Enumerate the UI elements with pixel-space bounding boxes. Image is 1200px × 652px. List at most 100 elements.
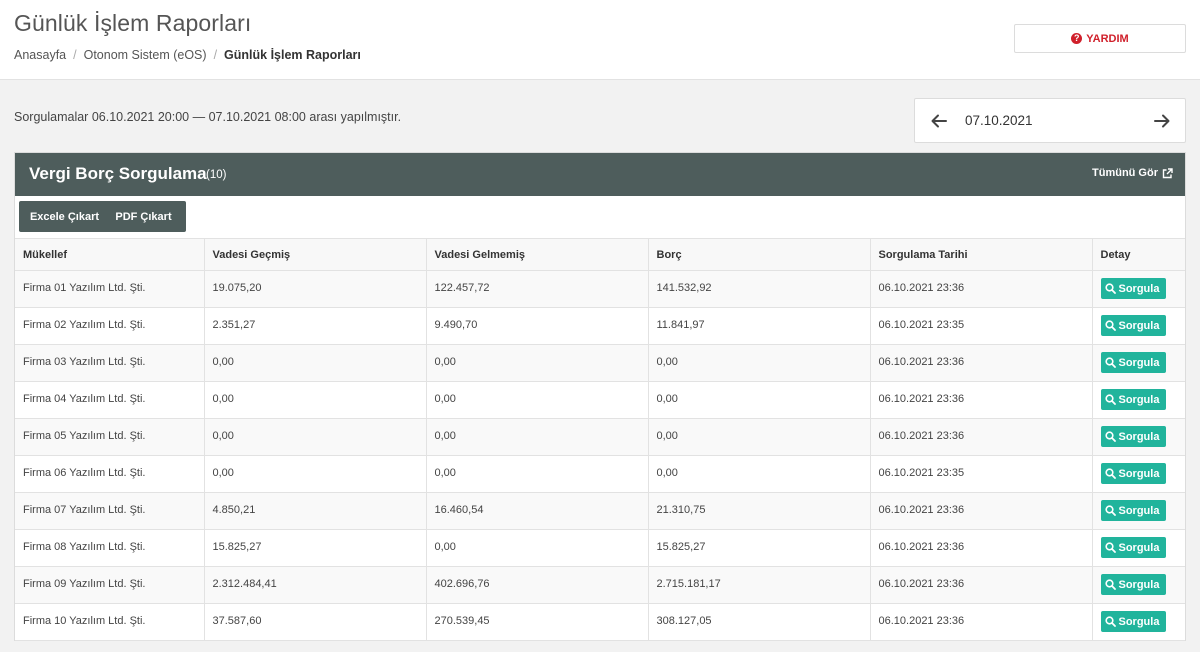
help-button-label: YARDIM <box>1086 32 1129 45</box>
table-row: Firma 02 Yazılım Ltd. Şti. 2.351,27 9.490,… <box>15 307 1185 345</box>
search-icon <box>1104 468 1116 479</box>
query-button-label: Sorgula <box>1118 615 1160 628</box>
cell-detail: Sorgula <box>1091 529 1185 567</box>
previous-date-arrow-icon[interactable] <box>928 110 950 132</box>
selected-date: 07.10.2021 <box>965 113 1033 128</box>
export-button-group: Excele Çıkart PDF Çıkart <box>19 201 186 232</box>
panel-title: Vergi Borç Sorgulama <box>29 164 207 183</box>
cell-debt: 0,00 <box>647 381 871 419</box>
cell-debt: 11.841,97 <box>647 307 871 345</box>
cell-overdue: 0,00 <box>203 344 427 382</box>
cell-debt: 141.532,92 <box>647 270 871 308</box>
cell-debt: 15.825,27 <box>647 529 871 567</box>
cell-taxpayer: Firma 05 Yazılım Ltd. Şti. <box>15 418 205 456</box>
column-header-debt[interactable]: Borç <box>647 238 871 271</box>
cell-query-date: 06.10.2021 23:36 <box>869 270 1093 308</box>
cell-debt: 0,00 <box>647 418 871 456</box>
search-icon <box>1104 283 1116 294</box>
query-button[interactable]: Sorgula <box>1100 278 1166 299</box>
table-row: Firma 07 Yazılım Ltd. Şti. 4.850,21 16.460… <box>15 492 1185 530</box>
cell-taxpayer: Firma 08 Yazılım Ltd. Şti. <box>15 529 205 567</box>
tax-debt-query-panel: Vergi Borç Sorgulama (10) Tümünü Gör Exc… <box>14 152 1186 641</box>
cell-taxpayer: Firma 01 Yazılım Ltd. Şti. <box>15 270 205 308</box>
query-button-label: Sorgula <box>1118 578 1160 591</box>
table-row: Firma 06 Yazılım Ltd. Şti. 0,00 0,00 0,00 06… <box>15 455 1185 493</box>
cell-overdue: 0,00 <box>203 455 427 493</box>
column-header-overdue[interactable]: Vadesi Geçmiş <box>203 238 427 271</box>
column-header-query-date[interactable]: Sorgulama Tarihi <box>869 238 1093 271</box>
search-icon <box>1104 542 1116 553</box>
breadcrumb: Anasayfa / Otonom Sistem (eOS) / Günlük … <box>14 48 361 62</box>
panel-header: Vergi Borç Sorgulama (10) Tümünü Gör <box>15 153 1185 196</box>
query-button[interactable]: Sorgula <box>1100 537 1166 558</box>
cell-detail: Sorgula <box>1091 566 1185 604</box>
cell-detail: Sorgula <box>1091 603 1185 641</box>
breadcrumb-separator: / <box>213 48 218 62</box>
search-icon <box>1104 505 1116 516</box>
search-icon <box>1104 616 1116 627</box>
query-button-label: Sorgula <box>1118 356 1160 369</box>
cell-overdue: 15.825,27 <box>203 529 427 567</box>
cell-not-due: 402.696,76 <box>425 566 649 604</box>
help-button[interactable]: ? YARDIM <box>1014 24 1186 53</box>
query-button-label: Sorgula <box>1118 504 1160 517</box>
export-pdf-button[interactable]: PDF Çıkart <box>107 201 186 232</box>
cell-detail: Sorgula <box>1091 307 1185 345</box>
cell-query-date: 06.10.2021 23:35 <box>869 455 1093 493</box>
table-row: Firma 01 Yazılım Ltd. Şti. 19.075,20 122.4… <box>15 270 1185 308</box>
query-button[interactable]: Sorgula <box>1100 352 1166 373</box>
cell-query-date: 06.10.2021 23:36 <box>869 381 1093 419</box>
date-navigator: 07.10.2021 <box>914 98 1186 143</box>
table-header-row: Mükellef Vadesi Geçmiş Vadesi Gelmemiş B… <box>15 238 1185 271</box>
query-button[interactable]: Sorgula <box>1100 611 1166 632</box>
cell-query-date: 06.10.2021 23:36 <box>869 529 1093 567</box>
cell-query-date: 06.10.2021 23:36 <box>869 492 1093 530</box>
cell-debt: 21.310,75 <box>647 492 871 530</box>
cell-detail: Sorgula <box>1091 418 1185 456</box>
breadcrumb-home-link[interactable]: Anasayfa <box>14 48 66 62</box>
query-period-info: Sorgulamalar 06.10.2021 20:00 — 07.10.20… <box>14 110 402 124</box>
cell-query-date: 06.10.2021 23:36 <box>869 566 1093 604</box>
cell-debt: 308.127,05 <box>647 603 871 641</box>
search-icon <box>1104 431 1116 442</box>
table-row: Firma 10 Yazılım Ltd. Şti. 37.587,60 270.5… <box>15 603 1185 641</box>
view-all-link[interactable]: Tümünü Gör <box>1092 167 1173 179</box>
export-excel-button[interactable]: Excele Çıkart <box>19 201 107 232</box>
cell-query-date: 06.10.2021 23:36 <box>869 603 1093 641</box>
query-button[interactable]: Sorgula <box>1100 389 1166 410</box>
cell-detail: Sorgula <box>1091 455 1185 493</box>
next-date-arrow-icon[interactable] <box>1151 110 1173 132</box>
search-icon <box>1104 579 1116 590</box>
table-row: Firma 03 Yazılım Ltd. Şti. 0,00 0,00 0,00 06… <box>15 344 1185 382</box>
query-button-label: Sorgula <box>1118 467 1160 480</box>
cell-taxpayer: Firma 10 Yazılım Ltd. Şti. <box>15 603 205 641</box>
query-button[interactable]: Sorgula <box>1100 574 1166 595</box>
query-button-label: Sorgula <box>1118 430 1160 443</box>
cell-overdue: 4.850,21 <box>203 492 427 530</box>
query-button[interactable]: Sorgula <box>1100 500 1166 521</box>
cell-not-due: 0,00 <box>425 381 649 419</box>
cell-query-date: 06.10.2021 23:36 <box>869 344 1093 382</box>
panel-count: (10) <box>206 169 227 181</box>
view-all-label: Tümünü Gör <box>1092 167 1158 179</box>
query-button-label: Sorgula <box>1118 393 1160 406</box>
page-header: Günlük İşlem Raporları Anasayfa / Otonom… <box>0 0 1200 80</box>
query-button[interactable]: Sorgula <box>1100 463 1166 484</box>
query-button[interactable]: Sorgula <box>1100 315 1166 336</box>
cell-overdue: 0,00 <box>203 418 427 456</box>
table-row: Firma 09 Yazılım Ltd. Şti. 2.312.484,41 40… <box>15 566 1185 604</box>
query-button[interactable]: Sorgula <box>1100 426 1166 447</box>
breadcrumb-eos-link[interactable]: Otonom Sistem (eOS) <box>84 48 207 62</box>
column-header-taxpayer[interactable]: Mükellef <box>15 238 205 271</box>
cell-debt: 0,00 <box>647 455 871 493</box>
cell-debt: 2.715.181,17 <box>647 566 871 604</box>
breadcrumb-separator: / <box>73 48 77 62</box>
search-icon <box>1104 394 1116 405</box>
table-row: Firma 04 Yazılım Ltd. Şti. 0,00 0,00 0,00 06… <box>15 381 1185 419</box>
cell-taxpayer: Firma 09 Yazılım Ltd. Şti. <box>15 566 205 604</box>
column-header-not-due[interactable]: Vadesi Gelmemiş <box>425 238 649 271</box>
query-button-label: Sorgula <box>1118 319 1160 332</box>
table-body: Firma 01 Yazılım Ltd. Şti. 19.075,20 122.4… <box>15 270 1185 641</box>
cell-query-date: 06.10.2021 23:36 <box>869 418 1093 456</box>
cell-detail: Sorgula <box>1091 270 1185 308</box>
